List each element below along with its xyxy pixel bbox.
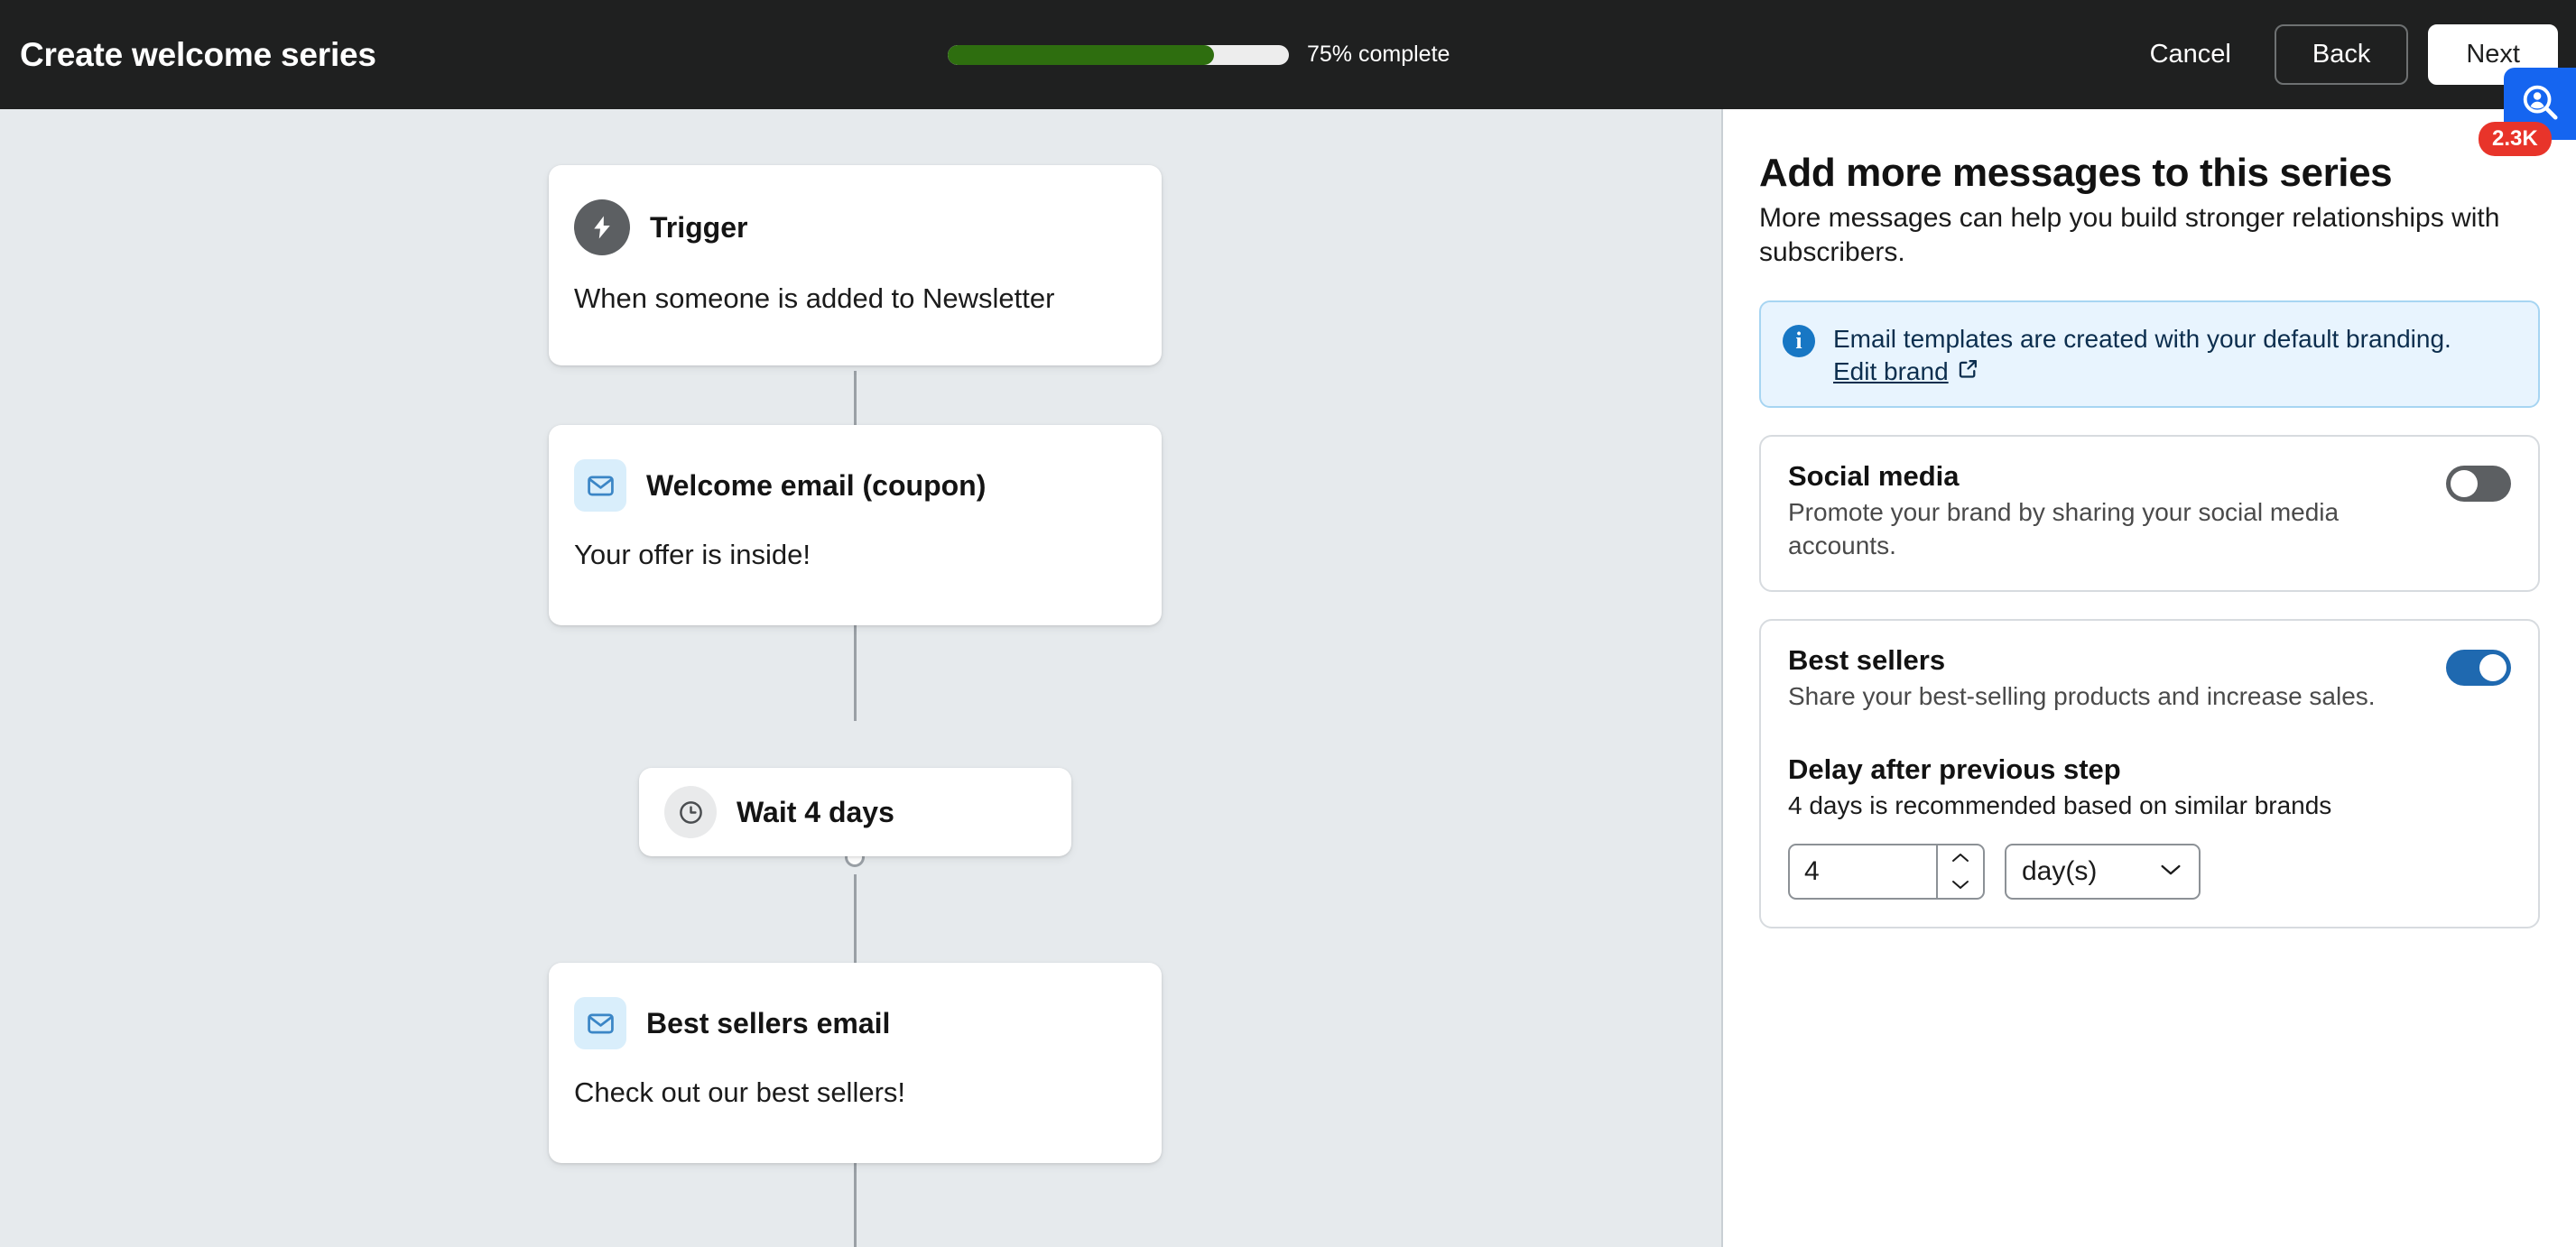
workflow-canvas: Trigger When someone is added to Newslet… <box>0 109 1722 1247</box>
external-link-icon <box>1957 357 1979 386</box>
option-row: Best sellers Share your best-selling pro… <box>1788 644 2511 714</box>
option-row: Social media Promote your brand by shari… <box>1788 460 2511 563</box>
toggle-knob <box>2451 469 2478 497</box>
flow-node-title: Wait 4 days <box>737 795 894 828</box>
delay-quantity-input[interactable]: 4 <box>1790 845 1936 898</box>
delay-section-title: Delay after previous step <box>1788 753 2121 785</box>
flow-node-subtitle: Your offer is inside! <box>574 539 811 570</box>
person-search-icon <box>2519 81 2561 127</box>
chevron-up-icon <box>1952 854 1969 863</box>
progress-indicator: 75% complete <box>948 42 1450 68</box>
page-title: Create welcome series <box>20 35 376 73</box>
delay-quantity-stepper[interactable]: 4 <box>1788 843 1985 900</box>
flow-node-title: Welcome email (coupon) <box>646 468 987 502</box>
chevron-down-icon <box>2158 861 2183 882</box>
flow-node-subtitle: When someone is added to Newsletter <box>574 282 1055 314</box>
info-banner-body: Email templates are created with your de… <box>1833 322 2451 386</box>
flow-node-welcome-email[interactable]: Welcome email (coupon) Your offer is ins… <box>549 425 1162 625</box>
edit-brand-link-label: Edit brand <box>1833 356 1949 385</box>
flow-node-title: Best sellers email <box>646 1006 891 1039</box>
progress-label: 75% complete <box>1307 42 1450 67</box>
delay-section-hint: 4 days is recommended based on similar b… <box>1788 790 2332 819</box>
stepper-buttons <box>1936 845 1983 898</box>
branding-info-banner: i Email templates are created with your … <box>1759 300 2540 408</box>
stepper-increment-button[interactable] <box>1938 845 1983 872</box>
cancel-button[interactable]: Cancel <box>2123 23 2258 86</box>
progress-fill <box>948 44 1214 65</box>
settings-panel: Add more messages to this series More me… <box>1723 109 2576 1247</box>
flow-node-header: Best sellers email <box>574 997 1136 1049</box>
panel-description: More messages can help you build stronge… <box>1759 202 2500 267</box>
option-description: Promote your brand by sharing your socia… <box>1788 497 2340 559</box>
flow-node-trigger[interactable]: Trigger When someone is added to Newslet… <box>549 165 1162 365</box>
delay-unit-select[interactable]: day(s) <box>2005 843 2201 900</box>
delay-unit-value: day(s) <box>2022 855 2098 886</box>
option-card-social-media: Social media Promote your brand by shari… <box>1759 434 2540 592</box>
panel-title: Add more messages to this series <box>1759 151 2393 195</box>
option-card-best-sellers: Best sellers Share your best-selling pro… <box>1759 618 2540 928</box>
option-title: Social media <box>1788 459 1960 492</box>
clock-icon <box>664 786 717 838</box>
info-icon: i <box>1783 325 1815 358</box>
flow-node-header: Wait 4 days <box>664 786 894 838</box>
header-actions: Cancel Back Next <box>2123 23 2558 86</box>
back-button[interactable]: Back <box>2274 24 2409 85</box>
toggle-knob <box>2479 653 2507 681</box>
best-sellers-toggle[interactable] <box>2446 649 2511 686</box>
social-media-toggle[interactable] <box>2446 465 2511 502</box>
flow-node-subtitle: Check out our best sellers! <box>574 1076 906 1108</box>
edit-brand-link[interactable]: Edit brand <box>1833 357 1979 386</box>
progress-track <box>948 44 1289 65</box>
app-header: Create welcome series 75% complete Cance… <box>0 0 2576 109</box>
flow-node-header: Welcome email (coupon) <box>574 459 1136 512</box>
chevron-down-icon <box>1952 881 1969 890</box>
option-text: Social media Promote your brand by shari… <box>1788 460 2424 563</box>
option-text: Best sellers Share your best-selling pro… <box>1788 644 2376 714</box>
connector-line <box>854 1156 857 1247</box>
stepper-decrement-button[interactable] <box>1938 872 1983 898</box>
flow-node-header: Trigger <box>574 199 1136 255</box>
lightning-bolt-icon <box>574 199 630 255</box>
info-banner-text: Email templates are created with your de… <box>1833 325 2451 354</box>
connector-line <box>854 622 857 721</box>
envelope-icon <box>574 997 626 1049</box>
option-description: Share your best-selling products and inc… <box>1788 681 2376 710</box>
flow-node-title: Trigger <box>650 210 748 244</box>
option-title: Best sellers <box>1788 643 1946 676</box>
delay-fields: 4 day(s) <box>1788 843 2511 900</box>
extension-badge-count: 2.3K <box>2479 122 2552 156</box>
envelope-icon <box>574 459 626 512</box>
flow-node-best-sellers-email[interactable]: Best sellers email Check out our best se… <box>549 963 1162 1163</box>
flow-node-wait[interactable]: Wait 4 days <box>639 768 1071 856</box>
